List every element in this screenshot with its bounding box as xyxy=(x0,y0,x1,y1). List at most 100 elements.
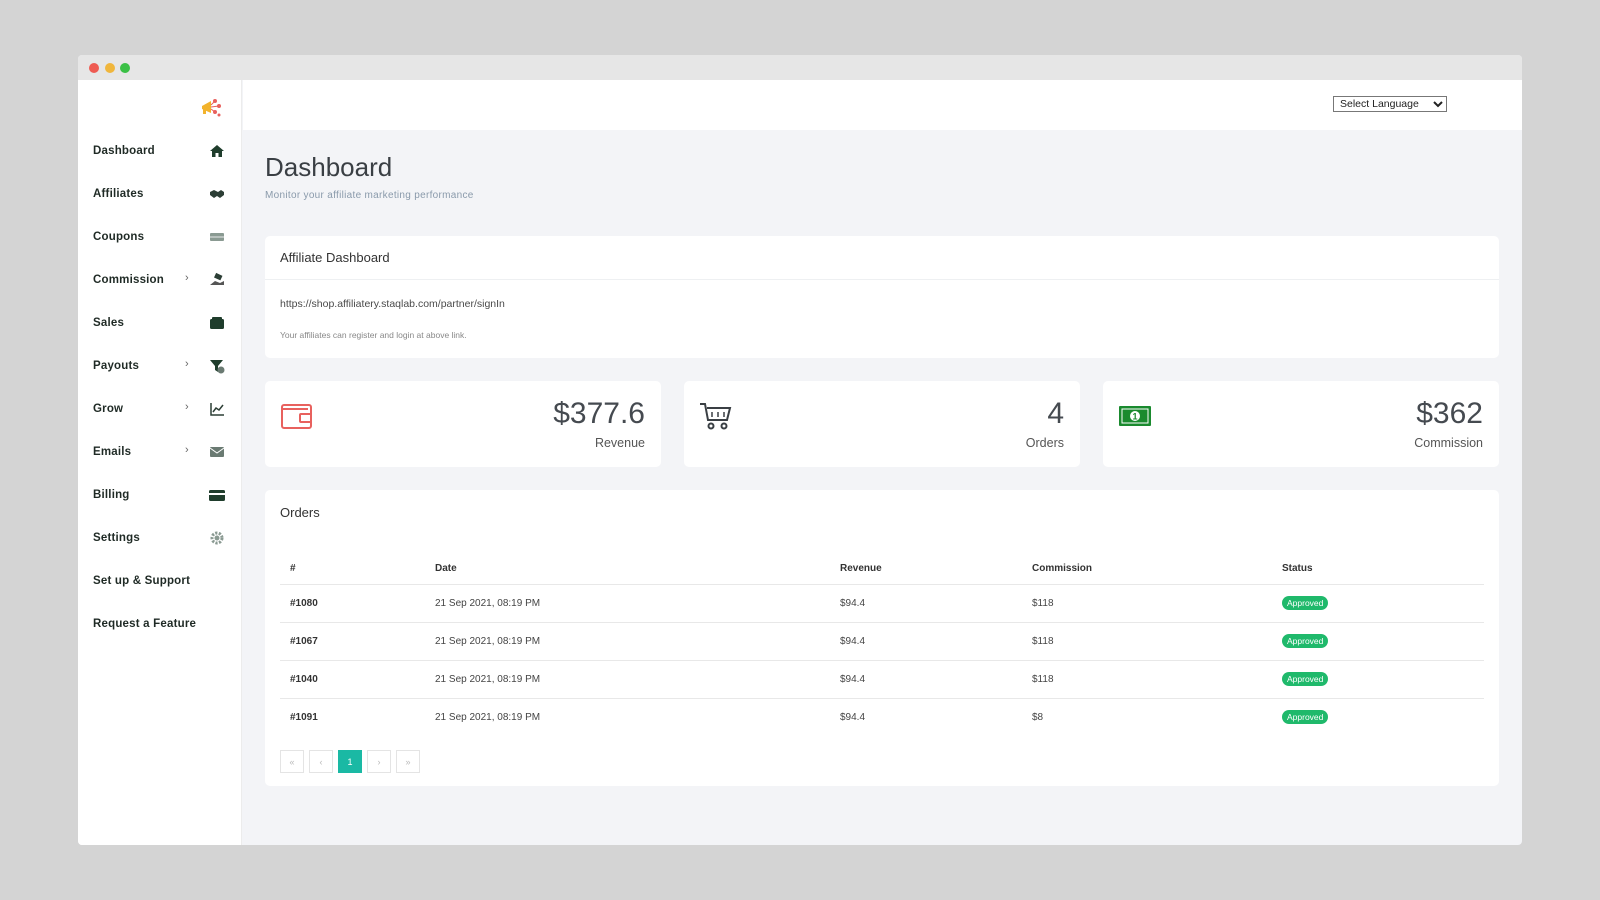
revenue-label: Revenue xyxy=(594,436,645,450)
order-status-cell: Approved xyxy=(1272,622,1484,661)
order-revenue: $94.4 xyxy=(830,584,1022,623)
language-select[interactable]: Select Language xyxy=(1333,96,1447,112)
commission-value: $362 xyxy=(1416,397,1483,430)
order-id: #1067 xyxy=(280,622,425,661)
order-id: #1091 xyxy=(290,711,318,723)
ticket-icon xyxy=(210,233,224,241)
column-header-status[interactable]: Status xyxy=(1272,554,1484,585)
sidebar-item-sales[interactable]: Sales xyxy=(93,312,228,334)
commission-stat-card: 1 $362 Commission xyxy=(1103,381,1499,467)
column-header-revenue[interactable]: Revenue xyxy=(830,554,1022,585)
page-subtitle: Monitor your affiliate marketing perform… xyxy=(265,190,474,201)
cart-icon xyxy=(700,403,732,430)
card-title: Affiliate Dashboard xyxy=(265,236,1499,280)
sidebar-item-grow[interactable]: Grow › xyxy=(93,398,228,420)
sidebar-item-label: Affiliates xyxy=(93,188,144,200)
order-status-cell: Approved xyxy=(1272,584,1484,623)
wallet-icon xyxy=(281,404,312,429)
sidebar-item-emails[interactable]: Emails › xyxy=(93,441,228,463)
logo-icon[interactable] xyxy=(200,96,222,118)
column-header-date[interactable]: Date xyxy=(425,554,830,585)
commission-label: Commission xyxy=(1414,436,1483,450)
affiliate-dashboard-card: Affiliate Dashboard https://shop.affilia… xyxy=(265,236,1499,358)
handshake-icon xyxy=(210,190,224,198)
order-commission: $8 xyxy=(1032,711,1044,723)
order-date: 21 Sep 2021, 08:19 PM xyxy=(425,622,830,661)
minimize-window-button[interactable] xyxy=(105,63,115,73)
order-status-cell: Approved xyxy=(1272,698,1484,736)
funnel-dollar-icon xyxy=(210,360,225,374)
topbar: Select Language xyxy=(243,80,1522,130)
sidebar-item-setup-support[interactable]: Set up & Support xyxy=(93,570,228,592)
sidebar-item-label: Set up & Support xyxy=(93,575,191,587)
sidebar-item-commission[interactable]: Commission › xyxy=(93,269,228,291)
gear-icon xyxy=(210,531,224,545)
sidebar-item-label: Request a Feature xyxy=(93,618,197,630)
sidebar-item-dashboard[interactable]: Dashboard xyxy=(93,140,228,162)
sidebar-item-affiliates[interactable]: Affiliates xyxy=(93,183,228,205)
sidebar-item-label: Dashboard xyxy=(93,145,155,157)
last-page-button[interactable]: » xyxy=(396,750,420,773)
table-row[interactable]: #1040 21 Sep 2021, 08:19 PM $94.4 $118 A… xyxy=(280,660,1484,699)
sidebar-item-billing[interactable]: Billing xyxy=(93,484,228,506)
credit-card-icon xyxy=(209,490,225,501)
affiliate-signin-link[interactable]: https://shop.affiliatery.staqlab.com/par… xyxy=(280,298,505,310)
money-hand-icon xyxy=(210,272,224,285)
sidebar-item-label: Billing xyxy=(93,489,130,501)
pagination: « ‹ 1 › » xyxy=(280,750,420,773)
table-row[interactable]: #1067 21 Sep 2021, 08:19 PM $94.4 $118 A… xyxy=(280,622,1484,661)
orders-label: Orders xyxy=(1025,436,1064,450)
status-badge: Approved xyxy=(1282,672,1329,686)
orders-card: Orders # Date Revenue Commission Status xyxy=(265,490,1499,786)
orders-table: # Date Revenue Commission Status #1080 2… xyxy=(280,554,1484,736)
order-revenue: $94.4 xyxy=(840,711,866,723)
maximize-window-button[interactable] xyxy=(120,63,130,73)
revenue-value: $377.6 xyxy=(553,397,645,430)
prev-page-button[interactable]: ‹ xyxy=(309,750,333,773)
wallet-icon xyxy=(210,317,224,329)
status-badge: Approved xyxy=(1282,634,1329,648)
main-content: Dashboard Monitor your affiliate marketi… xyxy=(243,130,1522,845)
table-row[interactable]: #1091 21 Sep 2021, 08:19 PM $94.4 $8 App… xyxy=(280,698,1484,736)
column-header-commission[interactable]: Commission xyxy=(1022,554,1272,585)
close-window-button[interactable] xyxy=(89,63,99,73)
next-page-button[interactable]: › xyxy=(367,750,391,773)
window-titlebar xyxy=(78,55,1522,80)
svg-text:1: 1 xyxy=(1132,412,1137,422)
column-header-id[interactable]: # xyxy=(280,554,425,585)
orders-stat-card: 4 Orders xyxy=(684,381,1080,467)
sidebar-item-request-feature[interactable]: Request a Feature xyxy=(93,613,228,635)
home-icon xyxy=(210,145,224,157)
order-date: 21 Sep 2021, 08:19 PM xyxy=(425,584,830,623)
chevron-right-icon: › xyxy=(185,444,189,456)
order-revenue: $94.4 xyxy=(830,660,1022,699)
order-id: #1040 xyxy=(280,660,425,699)
envelope-icon xyxy=(209,447,225,457)
sidebar-item-label: Payouts xyxy=(93,360,140,372)
orders-value: 4 xyxy=(1047,397,1064,430)
status-badge: Approved xyxy=(1282,710,1329,725)
chevron-right-icon: › xyxy=(185,401,189,413)
page-title: Dashboard xyxy=(265,152,393,182)
app-window: Dashboard Affiliates Coupons Commission … xyxy=(78,55,1522,845)
order-id: #1080 xyxy=(280,584,425,623)
order-date: 21 Sep 2021, 08:19 PM xyxy=(435,711,541,723)
sidebar-item-label: Grow xyxy=(93,403,124,415)
sidebar-item-coupons[interactable]: Coupons xyxy=(93,226,228,248)
sidebar-item-settings[interactable]: Settings xyxy=(93,527,228,549)
sidebar-item-payouts[interactable]: Payouts › xyxy=(93,355,228,377)
sidebar-item-label: Emails xyxy=(93,446,132,458)
order-commission: $118 xyxy=(1022,584,1272,623)
banknote-icon: 1 xyxy=(1119,406,1151,426)
table-row[interactable]: #1080 21 Sep 2021, 08:19 PM $94.4 $118 A… xyxy=(280,584,1484,623)
current-page-button[interactable]: 1 xyxy=(338,750,362,773)
sidebar-item-label: Coupons xyxy=(93,231,145,243)
first-page-button[interactable]: « xyxy=(280,750,304,773)
order-status-cell: Approved xyxy=(1272,660,1484,699)
chevron-right-icon: › xyxy=(185,358,189,370)
status-badge: Approved xyxy=(1282,596,1329,610)
order-commission: $118 xyxy=(1022,660,1272,699)
order-revenue: $94.4 xyxy=(830,622,1022,661)
table-header-row: # Date Revenue Commission Status xyxy=(280,554,1484,585)
sidebar-item-label: Commission xyxy=(93,274,165,286)
